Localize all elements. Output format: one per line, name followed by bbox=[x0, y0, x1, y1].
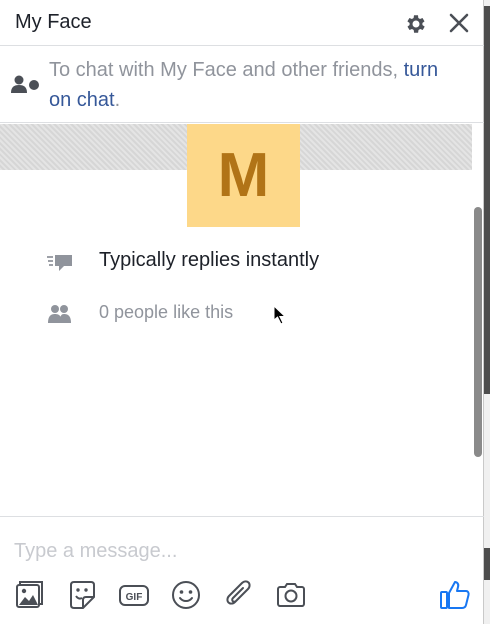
emoji-icon[interactable] bbox=[169, 578, 203, 612]
messages-scrollbar[interactable] bbox=[474, 207, 482, 457]
response-time-text: Typically replies instantly bbox=[99, 249, 320, 271]
likes-row: 0 people like this bbox=[0, 299, 470, 331]
sticker-icon[interactable] bbox=[65, 578, 99, 612]
people-icon bbox=[48, 305, 71, 323]
photo-icon[interactable] bbox=[12, 578, 46, 612]
close-icon[interactable] bbox=[447, 11, 471, 35]
notice-suffix: . bbox=[114, 89, 121, 111]
avatar[interactable]: M bbox=[187, 124, 300, 227]
mouse-cursor-icon bbox=[273, 305, 287, 325]
camera-icon[interactable] bbox=[274, 578, 308, 612]
composer: GIF bbox=[0, 516, 484, 624]
speech-bubble-icon bbox=[47, 255, 72, 271]
avatar-letter: M bbox=[217, 141, 270, 210]
svg-text:GIF: GIF bbox=[126, 592, 143, 603]
chat-off-notice: To chat with My Face and other friends, … bbox=[0, 47, 484, 123]
chat-window: My Face To chat with My Face and other f… bbox=[0, 0, 484, 624]
likes-text: 0 people like this bbox=[99, 302, 234, 322]
gif-icon[interactable]: GIF bbox=[117, 578, 151, 612]
paperclip-icon[interactable] bbox=[222, 578, 256, 612]
message-input[interactable] bbox=[14, 537, 414, 565]
chat-header: My Face bbox=[0, 0, 484, 46]
person-offline-icon bbox=[11, 75, 39, 93]
gear-icon[interactable] bbox=[404, 12, 428, 36]
notice-prefix: To chat with My Face and other friends, bbox=[49, 59, 399, 81]
edge-segment bbox=[484, 548, 490, 580]
edge-segment bbox=[484, 6, 490, 394]
window-edge bbox=[484, 0, 490, 624]
notice-text: To chat with My Face and other friends, … bbox=[49, 55, 459, 115]
thumbs-up-icon[interactable] bbox=[438, 578, 472, 612]
chat-title[interactable]: My Face bbox=[15, 11, 92, 34]
response-time-row: Typically replies instantly bbox=[0, 247, 470, 279]
